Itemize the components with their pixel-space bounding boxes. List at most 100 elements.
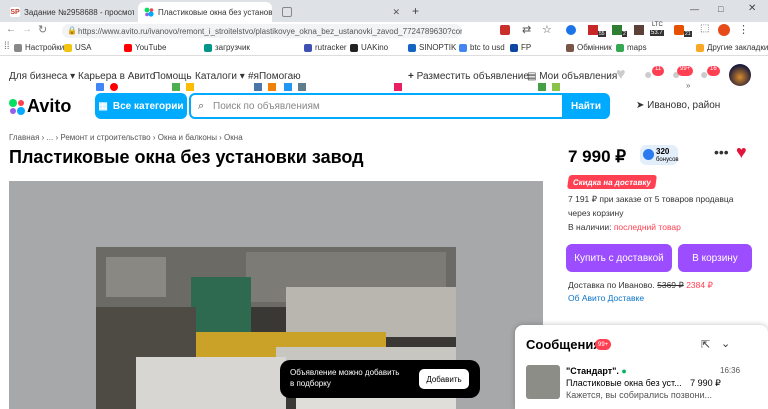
about-delivery-link[interactable]: Об Авито Доставке [568,293,644,303]
bookmark-icon[interactable] [552,83,560,91]
bookmark-icon[interactable] [268,83,276,91]
delivery-discount-tag: Скидка на доставку [567,175,657,189]
chevron-down-icon[interactable]: ⌄ [721,337,730,350]
add-button[interactable]: Добавить [419,369,469,389]
messages-title: Сообщения [526,337,601,352]
profile-avatar[interactable] [718,24,730,36]
nav-career[interactable]: Карьера в Авито [78,71,155,82]
bonus-badge[interactable]: 320 бонусов [640,145,679,165]
star-icon[interactable]: ☆ [542,23,552,36]
extension-icon[interactable] [566,25,576,35]
browser-tab-2[interactable]: Пластиковые окна без установки ✕ [138,2,272,22]
browser-tab-1[interactable]: SP Задание №2958688 - просмотр з ✕ [4,2,134,22]
add-to-collection-toast: Объявление можно добавить в подборку Доб… [280,360,480,398]
new-tab-icon[interactable]: + [412,4,419,18]
post-ad-link[interactable]: + Разместить объявление [408,71,529,82]
bookmark-icon[interactable] [538,83,546,91]
breadcrumb[interactable]: Главная › ... › Ремонт и строительство ›… [9,133,243,142]
forward-icon[interactable]: → [22,24,32,35]
messages-count-badge: 99+ [595,339,612,350]
listing-title: Пластиковые окна без установки завод [9,147,364,167]
find-button[interactable]: Найти [562,93,610,119]
nav-business[interactable]: Для бизнеса ▾ [9,71,75,82]
bookmark-icon[interactable] [394,83,402,91]
bookmark-rutracker[interactable]: rutracker [304,43,347,52]
all-categories-button[interactable]: ▦ Все категории [95,93,187,119]
chat-subject: Пластиковые окна без уст... 7 990 ₽ [566,378,721,388]
bookmark-icon[interactable] [298,83,306,91]
online-dot-icon: ● [621,366,627,376]
bookmark-icon[interactable] [110,83,118,91]
url-bar[interactable]: 🔒 https://www.avito.ru/ivanovo/remont_i_… [62,24,462,38]
nav-help[interactable]: Помощь [153,71,192,82]
tab-title: Задание №2958688 - просмотр з [24,7,134,17]
bookmark-exchanger[interactable]: Обмінник [566,43,612,52]
page-icon [282,7,292,17]
translate-icon[interactable]: ⇄ [522,23,531,36]
url-text: https://www.avito.ru/ivanovo/remont_i_st… [78,26,462,36]
bookmark-uakino[interactable]: UAKino [350,43,388,52]
extension-badge: 2 [622,31,627,37]
chat-preview: Кажется, вы собирались позвони... [566,390,712,400]
my-ads-link[interactable]: ▤ Мои объявления [527,71,617,82]
back-icon[interactable]: ← [6,24,16,35]
extension-icon[interactable] [588,25,598,35]
bell-icon[interactable]: ● [644,66,652,82]
extension-icon[interactable] [612,25,622,35]
plus-icon: + [408,71,414,82]
close-icon[interactable]: ✕ [392,7,400,18]
bookmark-downloader[interactable]: загрузчик [204,43,250,52]
bookmark-youtube[interactable]: YouTube [124,43,166,52]
list-icon: ▤ [527,71,537,82]
add-to-cart-button[interactable]: В корзину [678,244,752,272]
nav-catalogs[interactable]: Каталоги ▾ [195,71,245,82]
bookmark-icon[interactable] [284,83,292,91]
bookmark-fp[interactable]: FP [510,43,531,52]
extension-icon[interactable] [674,25,684,35]
bookmark-settings[interactable]: Настройки [14,43,64,52]
notifications-badge: 11 [652,66,665,76]
bulk-price-line1: 7 191 ₽ при заказе от 5 товаров продавца [568,194,734,204]
avito-logo[interactable]: Avito [9,96,71,117]
bookmark-icon[interactable] [96,83,104,91]
buy-with-delivery-button[interactable]: Купить с доставкой [566,244,672,272]
listing-price: 7 990 ₽ [568,147,627,166]
bookmark-other[interactable]: Другие закладки [696,43,768,52]
apps-icon[interactable]: ⁞⁞ [4,41,10,52]
bookmark-maps[interactable]: maps [616,43,647,52]
close-window-icon[interactable]: ✕ [748,3,756,14]
search-input[interactable]: ⌕ Поиск по объявлениям [189,93,564,119]
more-options-icon[interactable]: ••• [714,144,729,160]
bookmark-sinoptik[interactable]: SINOPTIK [408,43,456,52]
user-avatar[interactable] [729,64,751,86]
location-selector[interactable]: ➤ Иваново, район [636,100,720,111]
bookmark-usa[interactable]: USA [64,43,91,52]
extension-icon[interactable] [634,25,644,35]
bookmarks-bar: ⁞⁞ Настройки USA YouTube загрузчик rutra… [0,40,768,91]
heart-icon[interactable]: ♥ [616,66,626,84]
address-row: ← → ↻ 🔒 https://www.avito.ru/ivanovo/rem… [0,22,768,40]
minimize-icon[interactable]: — [690,4,699,14]
extension-icon[interactable] [500,25,510,35]
bonus-icon [643,149,654,160]
more-bookmarks-icon[interactable]: » [686,81,690,90]
chat-list-item[interactable]: "Стандарт". ● 16:36 Пластиковые окна без… [515,361,768,409]
bookmark-btc[interactable]: btc to usd [459,43,505,52]
bookmark-icon[interactable] [172,83,180,91]
puzzle-icon[interactable]: ⬚ [700,23,709,34]
messages-badge: 99+ [677,66,694,76]
nav-i-help[interactable]: #яПомогаю [248,71,301,82]
ltc-label: LTC [652,22,663,28]
menu-icon[interactable]: ⋮ [738,23,749,36]
browser-tab-3[interactable]: ✕ [276,2,406,22]
favorite-heart-icon[interactable]: ♥ [736,142,747,163]
open-external-icon[interactable]: ⇱ [701,338,710,351]
tab-favicon: SP [10,7,20,17]
chat-time: 16:36 [720,366,741,375]
maximize-icon[interactable]: □ [718,4,723,14]
reload-icon[interactable]: ↻ [38,23,47,36]
bookmark-icon[interactable] [186,83,194,91]
vk-icon[interactable] [254,83,262,91]
extension-badge: 55 [598,31,606,37]
cart-badge: 16 [707,66,720,76]
